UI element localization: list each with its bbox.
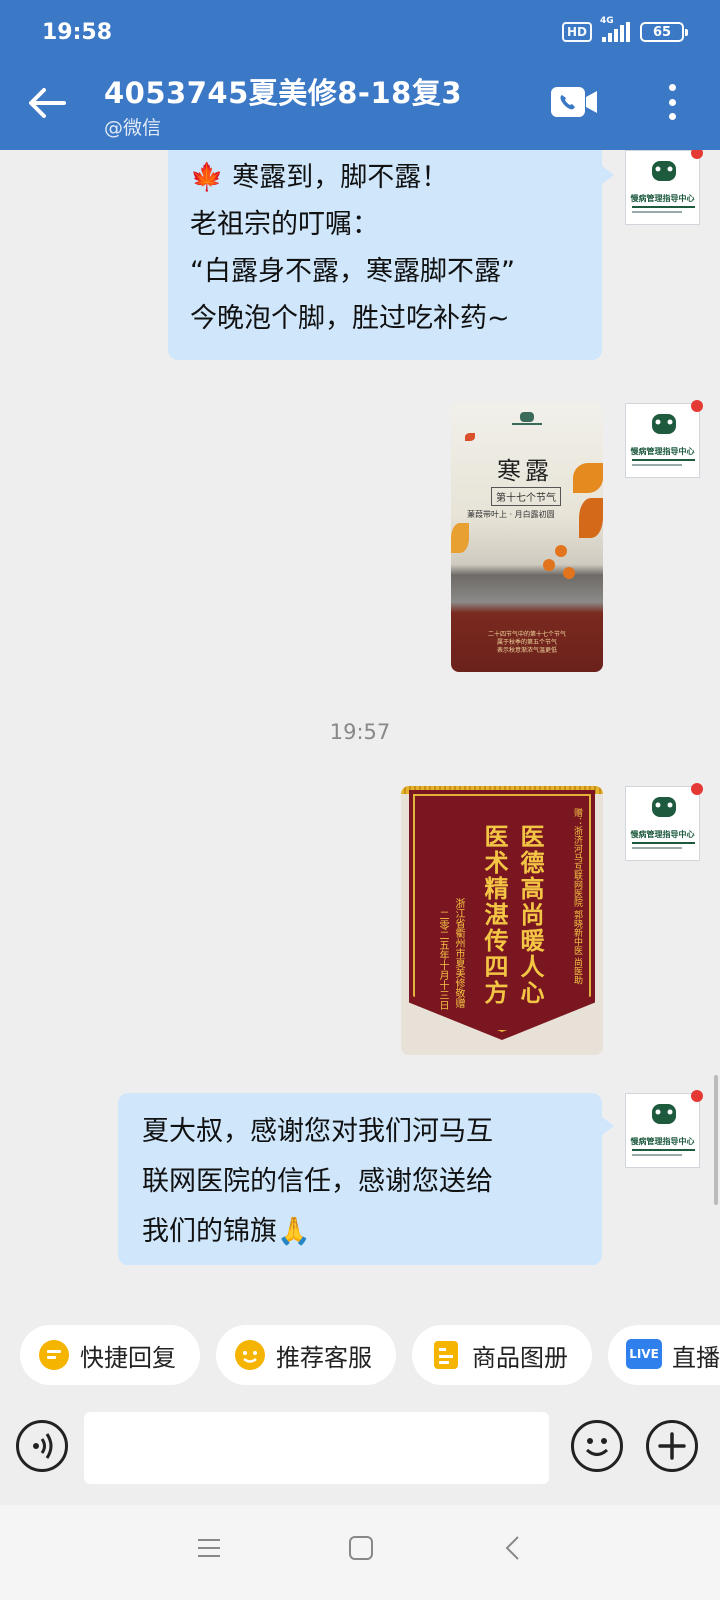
back-nav-button[interactable] xyxy=(500,1535,526,1561)
catalog-chip[interactable]: 商品图册 xyxy=(412,1325,592,1385)
poster-subtitle: 第十七个节气 xyxy=(491,487,561,506)
video-call-button[interactable] xyxy=(550,86,598,118)
battery-level: 65 xyxy=(652,24,672,40)
chip-label: 直播 xyxy=(672,1343,720,1372)
message-line: 夏大叔，感谢您对我们河马互 xyxy=(142,1116,493,1147)
message-line: 今晚泡个脚，胜过吃补药~ xyxy=(190,303,510,334)
recommend-service-chip[interactable]: 推荐客服 xyxy=(216,1325,396,1385)
hippo-logo-icon xyxy=(632,414,695,466)
network-label: 4G xyxy=(600,16,614,26)
voice-input-button[interactable] xyxy=(16,1420,68,1472)
back-button[interactable] xyxy=(24,80,70,126)
message-line: 老祖宗的叮嘱： xyxy=(190,209,379,240)
message-input[interactable] xyxy=(84,1412,549,1484)
avatar-org-name: 慢病管理指导中心 xyxy=(630,830,695,839)
banner-date: 二零二五年十月十三日 xyxy=(437,910,448,1010)
live-chip[interactable]: LIVE 直播 xyxy=(608,1325,720,1385)
back-arrow-icon xyxy=(29,88,66,118)
image-message-poster[interactable]: 寒露 第十七个节气 蒹葭带叶上 · 月白露初圆 二十四节气中的第十七个节气 属于… xyxy=(451,403,603,672)
persimmon-decoration xyxy=(543,559,555,571)
back-chevron-icon xyxy=(505,1536,519,1560)
message-line: 联网医院的信任，感谢您送给 xyxy=(142,1166,493,1197)
voice-icon xyxy=(33,1433,53,1459)
unread-dot xyxy=(691,1090,703,1102)
signal-icon: 4G xyxy=(600,16,630,42)
battery-icon: 65 xyxy=(640,22,688,42)
scrollbar[interactable] xyxy=(714,1075,718,1205)
chip-label: 推荐客服 xyxy=(276,1343,372,1372)
hd-icon: HD xyxy=(561,22,592,42)
persimmon-decoration xyxy=(563,567,575,579)
avatar-org-name: 慢病管理指导中心 xyxy=(630,194,695,203)
poster-line: 蒹葭带叶上 · 月白露初圆 xyxy=(467,510,555,519)
message-list[interactable]: 🍁 寒露到，脚不露！ 老祖宗的叮嘱： “白露身不露，寒露脚不露” 今晚泡个脚，胜… xyxy=(0,150,720,1300)
home-icon xyxy=(349,1536,373,1560)
poster-logo-icon xyxy=(512,412,542,425)
system-nav-bar xyxy=(0,1505,720,1600)
sender-avatar[interactable]: 慢病管理指导中心 xyxy=(625,1090,703,1168)
hippo-logo-icon xyxy=(632,797,695,849)
poster-title: 寒露 xyxy=(497,457,553,485)
message-bubble[interactable]: 🍁 寒露到，脚不露！ 老祖宗的叮嘱： “白露身不露，寒露脚不露” 今晚泡个脚，胜… xyxy=(168,150,614,360)
emoji-button[interactable] xyxy=(571,1420,623,1472)
message-line: 我们的锦旗🙏 xyxy=(142,1216,311,1247)
home-nav-button[interactable] xyxy=(348,1535,374,1561)
leaf-decoration xyxy=(573,463,603,493)
image-message-banner[interactable]: 赠：浙济河马互联网医院 郭晓新中医 尚医助 医德高尚暖人心 医术精湛传四方 浙江… xyxy=(401,786,603,1055)
banner-main-line-2: 医术精湛传四方 xyxy=(480,824,509,1006)
service-icon xyxy=(234,1339,266,1371)
unread-dot xyxy=(691,783,703,795)
more-actions-button[interactable] xyxy=(646,1420,698,1472)
live-icon: LIVE xyxy=(626,1339,662,1371)
sender-avatar[interactable]: 慢病管理指导中心 xyxy=(625,400,703,478)
quick-reply-chip[interactable]: 快捷回复 xyxy=(20,1325,200,1385)
hippo-logo-icon xyxy=(632,1104,695,1156)
unread-dot xyxy=(691,400,703,412)
poster-footer: 二十四节气中的第十七个节气 属于秋季的第五个节气 表示秋意渐浓气温更低 xyxy=(487,631,566,654)
leaf-decoration xyxy=(465,433,475,441)
chip-label: 商品图册 xyxy=(472,1343,568,1372)
avatar-org-name: 慢病管理指导中心 xyxy=(630,1137,695,1146)
banner-main-line-1: 医德高尚暖人心 xyxy=(516,824,545,1006)
time-divider: 19:57 xyxy=(329,720,391,744)
banner-dedication: 赠：浙济河马互联网医院 郭晓新中医 尚医助 xyxy=(572,808,582,985)
chat-subtitle: @微信 xyxy=(104,117,162,139)
leaf-decoration xyxy=(451,523,469,553)
message-line: 🍁 寒露到，脚不露！ xyxy=(190,162,449,193)
menu-nav-button[interactable] xyxy=(196,1535,222,1561)
sender-avatar[interactable]: 慢病管理指导中心 xyxy=(625,783,703,861)
avatar-org-name: 慢病管理指导中心 xyxy=(630,447,695,456)
sender-avatar[interactable]: 慢病管理指导中心 xyxy=(625,150,703,225)
quick-reply-icon xyxy=(38,1339,70,1371)
unread-dot xyxy=(691,150,703,159)
chat-header: 19:58 HD 4G 65 4053745夏美修8-18复3 @微信 xyxy=(0,0,720,150)
persimmon-decoration xyxy=(555,545,567,557)
menu-icon xyxy=(198,1539,220,1557)
status-time: 19:58 xyxy=(42,20,113,45)
hippo-logo-icon xyxy=(632,161,695,213)
chat-title: 4053745夏美修8-18复3 xyxy=(104,76,462,110)
status-icons: HD 4G 65 xyxy=(561,16,688,42)
message-line: “白露身不露，寒露脚不露” xyxy=(190,256,515,287)
message-bubble[interactable]: 夏大叔，感谢您对我们河马互 联网医院的信任，感谢您送给 我们的锦旗🙏 xyxy=(118,1093,614,1265)
maple-leaf-icon: 🍁 xyxy=(190,162,233,193)
chip-label: 快捷回复 xyxy=(80,1343,176,1372)
emoji-icon xyxy=(585,1438,609,1456)
banner-giver: 浙江省衢州市夏美修敬赠 xyxy=(453,898,464,1008)
more-dot-icon xyxy=(668,84,676,91)
video-call-icon xyxy=(551,87,597,117)
quick-reply-bar: 快捷回复 推荐客服 商品图册 LIVE 直播 xyxy=(0,1300,720,1400)
catalog-icon xyxy=(430,1339,462,1371)
more-options-button[interactable] xyxy=(658,80,686,124)
plus-icon xyxy=(658,1432,686,1460)
leaf-decoration xyxy=(579,498,603,538)
input-bar xyxy=(0,1400,720,1505)
